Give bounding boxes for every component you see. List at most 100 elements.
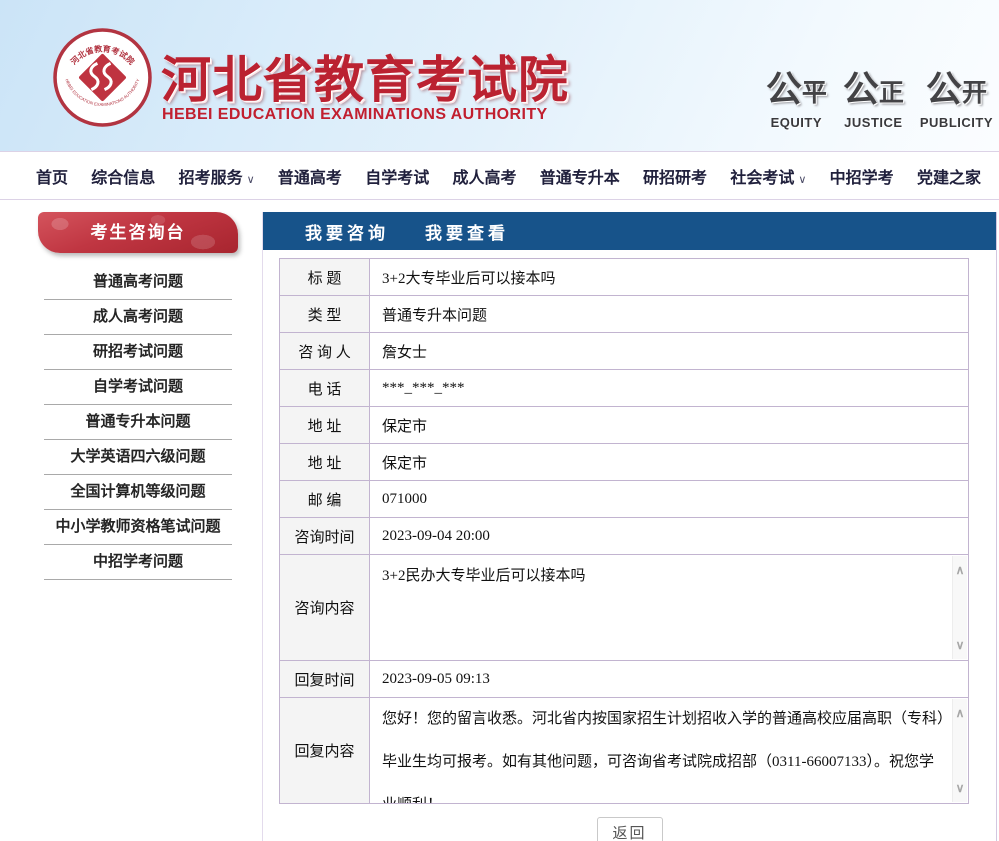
scroll-area[interactable]: 3+2民办大专毕业后可以接本吗∧∨ xyxy=(370,555,968,660)
slogan-en: JUSTICE xyxy=(843,115,904,130)
scroll-area[interactable]: 您好！您的留言收悉。河北省内按国家招生计划招收入学的普通高校应届高职（专科）毕业… xyxy=(370,698,968,803)
sidebar-item-5[interactable]: 大学英语四六级问题 xyxy=(44,440,232,475)
row-value: 2023-09-05 09:13 xyxy=(370,661,969,698)
nav-item-label: 综合信息 xyxy=(91,170,155,187)
sidebar-item-7[interactable]: 中小学教师资格笔试问题 xyxy=(44,510,232,545)
scroll-down-icon[interactable]: ∨ xyxy=(953,782,967,794)
table-row: 咨询时间2023-09-04 20:00 xyxy=(280,518,969,555)
scroll-down-icon[interactable]: ∨ xyxy=(953,639,967,651)
nav-item-6[interactable]: 普通专升本 xyxy=(540,164,620,188)
table-row: 类 型普通专升本问题 xyxy=(280,296,969,333)
sidebar-item-2[interactable]: 研招考试问题 xyxy=(44,335,232,370)
slogan-cn: 公正 xyxy=(843,72,904,114)
sidebar-item-8[interactable]: 中招学考问题 xyxy=(44,545,232,580)
nav-item-label: 党建之家 xyxy=(917,170,981,187)
nav-item-3[interactable]: 普通高考 xyxy=(278,164,342,188)
row-value: 您好！您的留言收悉。河北省内按国家招生计划招收入学的普通高校应届高职（专科）毕业… xyxy=(370,698,951,803)
slogan-en: EQUITY xyxy=(766,115,827,130)
row-label: 电 话 xyxy=(280,370,370,407)
slogan-cn-char: 公 xyxy=(843,68,879,109)
nav-item-label: 成人高考 xyxy=(452,170,516,187)
slogan-2: 公正JUSTICE xyxy=(843,72,904,130)
row-value-cell: 您好！您的留言收悉。河北省内按国家招生计划招收入学的普通高校应届高职（专科）毕业… xyxy=(370,698,969,804)
row-value: 詹女士 xyxy=(370,333,969,370)
sidebar: 考生咨询台 普通高考问题成人高考问题研招考试问题自学考试问题普通专升本问题大学英… xyxy=(38,212,238,580)
nav-item-4[interactable]: 自学考试 xyxy=(365,164,429,188)
row-value: 2023-09-04 20:00 xyxy=(370,518,969,555)
row-label: 地 址 xyxy=(280,444,370,481)
site-title: 河北省教育考试院 xyxy=(161,40,569,112)
table-row: 标 题3+2大专毕业后可以接本吗 xyxy=(280,259,969,296)
sidebar-item-0[interactable]: 普通高考问题 xyxy=(44,265,232,300)
nav-item-5[interactable]: 成人高考 xyxy=(452,164,516,188)
row-value: 保定市 xyxy=(370,444,969,481)
page: 河北省教育考试院 HEBEI EDUCATION EXAMINATIONS AU… xyxy=(0,0,999,841)
row-label: 邮 编 xyxy=(280,481,370,518)
table-row: 咨询内容3+2民办大专毕业后可以接本吗∧∨ xyxy=(280,555,969,661)
row-value: 3+2民办大专毕业后可以接本吗 xyxy=(370,555,951,660)
site-subtitle: HEBEI EDUCATION EXAMINATIONS AUTHORITY xyxy=(162,106,548,124)
row-value: 071000 xyxy=(370,481,969,518)
sidebar-item-1[interactable]: 成人高考问题 xyxy=(44,300,232,335)
consultation-detail-table: 标 题3+2大专毕业后可以接本吗类 型普通专升本问题咨 询 人詹女士电 话***… xyxy=(279,258,969,804)
nav-item-label: 招考服务 xyxy=(179,170,243,187)
row-label: 咨询内容 xyxy=(280,555,370,661)
scroll-up-icon[interactable]: ∧ xyxy=(953,707,967,719)
row-label: 咨 询 人 xyxy=(280,333,370,370)
sidebar-item-3[interactable]: 自学考试问题 xyxy=(44,370,232,405)
table-row: 回复时间2023-09-05 09:13 xyxy=(280,661,969,698)
chevron-down-icon: ∨ xyxy=(247,174,255,186)
site-logo-seal[interactable]: 河北省教育考试院 HEBEI EDUCATION EXAMINATIONS AU… xyxy=(52,27,153,128)
slogan-cn-char: 平 xyxy=(802,79,827,107)
slogan-group: 公平EQUITY公正JUSTICE公开PUBLICITY xyxy=(766,72,993,130)
tab-1[interactable]: 我要查看 xyxy=(425,219,509,244)
nav-item-label: 普通专升本 xyxy=(540,170,620,187)
row-label: 咨询时间 xyxy=(280,518,370,555)
nav-item-7[interactable]: 研招研考 xyxy=(643,164,707,188)
scrollbar[interactable]: ∧∨ xyxy=(952,556,967,659)
scroll-up-icon[interactable]: ∧ xyxy=(953,564,967,576)
row-label: 地 址 xyxy=(280,407,370,444)
chevron-down-icon: ∨ xyxy=(798,174,806,186)
row-label: 标 题 xyxy=(280,259,370,296)
row-label: 回复时间 xyxy=(280,661,370,698)
slogan-cn-char: 正 xyxy=(879,79,904,107)
table-row: 邮 编071000 xyxy=(280,481,969,518)
nav-item-label: 首页 xyxy=(36,170,68,187)
nav-item-2[interactable]: 招考服务 ∨ xyxy=(179,164,255,188)
sidebar-item-6[interactable]: 全国计算机等级问题 xyxy=(44,475,232,510)
nav-item-1[interactable]: 综合信息 xyxy=(91,164,155,188)
tab-0[interactable]: 我要咨询 xyxy=(305,219,389,244)
slogan-3: 公开PUBLICITY xyxy=(920,72,993,130)
main-nav: 首页 综合信息 招考服务 ∨ 普通高考 自学考试 成人高考 普通专升本 研招研考 社会考试 ∨ 中招学… xyxy=(0,151,999,200)
table-row: 电 话***_***_*** xyxy=(280,370,969,407)
nav-item-9[interactable]: 中招学考 xyxy=(830,164,894,188)
nav-item-label: 研招研考 xyxy=(643,170,707,187)
table-row: 地 址保定市 xyxy=(280,407,969,444)
sidebar-item-4[interactable]: 普通专升本问题 xyxy=(44,405,232,440)
tab-bar: 我要咨询 我要查看 xyxy=(263,212,996,250)
slogan-cn-char: 公 xyxy=(926,68,962,109)
nav-item-8[interactable]: 社会考试 ∨ xyxy=(730,164,806,188)
table-row: 回复内容您好！您的留言收悉。河北省内按国家招生计划招收入学的普通高校应届高职（专… xyxy=(280,698,969,804)
sidebar-menu: 普通高考问题成人高考问题研招考试问题自学考试问题普通专升本问题大学英语四六级问题… xyxy=(38,265,238,580)
slogan-cn-char: 公 xyxy=(766,68,802,109)
row-value: ***_***_*** xyxy=(370,370,969,407)
scrollbar[interactable]: ∧∨ xyxy=(952,699,967,802)
back-button[interactable]: 返回 xyxy=(597,817,663,841)
slogan-en: PUBLICITY xyxy=(920,115,993,130)
slogan-1: 公平EQUITY xyxy=(766,72,827,130)
nav-item-label: 自学考试 xyxy=(365,170,429,187)
main-panel: 我要咨询 我要查看 标 题3+2大专毕业后可以接本吗类 型普通专升本问题咨 询 人… xyxy=(262,212,997,841)
nav-item-10[interactable]: 党建之家 xyxy=(917,164,981,188)
sidebar-title: 考生咨询台 xyxy=(38,212,238,253)
nav-item-label: 普通高考 xyxy=(278,170,342,187)
row-value: 3+2大专毕业后可以接本吗 xyxy=(370,259,969,296)
nav-item-label: 社会考试 xyxy=(730,170,794,187)
nav-item-0[interactable]: 首页 xyxy=(36,164,68,188)
row-label: 类 型 xyxy=(280,296,370,333)
row-label: 回复内容 xyxy=(280,698,370,804)
row-value: 普通专升本问题 xyxy=(370,296,969,333)
site-header: 河北省教育考试院 HEBEI EDUCATION EXAMINATIONS AU… xyxy=(0,0,999,151)
nav-item-label: 中招学考 xyxy=(830,170,894,187)
